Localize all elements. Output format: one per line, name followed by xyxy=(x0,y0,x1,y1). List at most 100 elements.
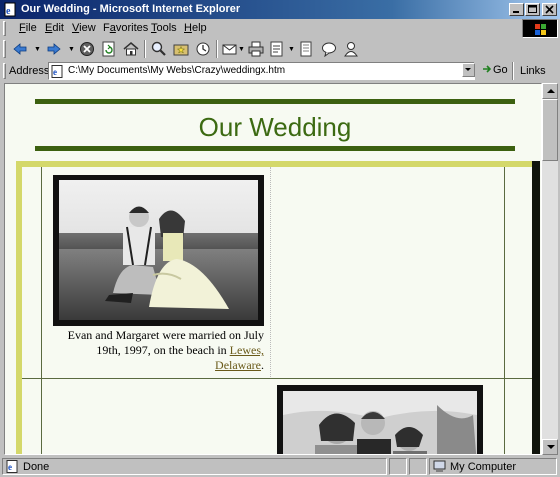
back-dropdown-icon[interactable]: ▼ xyxy=(34,46,41,53)
history-button[interactable] xyxy=(193,39,213,59)
page-viewport[interactable]: Our Wedding Evan and Margaret were marri… xyxy=(4,83,542,455)
address-input[interactable]: e C:\My Documents\My Webs\Crazy\weddingx… xyxy=(48,62,475,80)
edit-button[interactable] xyxy=(267,39,287,59)
mail-dropdown-icon[interactable]: ▼ xyxy=(238,46,245,53)
scroll-down-button[interactable] xyxy=(542,439,558,455)
menu-file[interactable]: File xyxy=(19,22,37,34)
standard-toolbar: ▼ ▼ ▼ ▼ xyxy=(0,38,525,60)
links-button[interactable]: Links xyxy=(520,65,546,77)
table-frame-right xyxy=(532,161,540,454)
window-title: Our Wedding - Microsoft Internet Explore… xyxy=(21,3,241,15)
chat-bubble-icon xyxy=(322,42,336,57)
status-panel-blank xyxy=(389,458,407,475)
messenger-icon xyxy=(344,42,358,57)
discuss-icon xyxy=(300,41,312,57)
wedding-photo-beach xyxy=(53,175,264,326)
search-icon xyxy=(151,41,166,56)
status-text: Done xyxy=(23,461,50,473)
favorites-button[interactable] xyxy=(171,39,191,59)
photo-caption: Evan and Margaret were married on July 1… xyxy=(67,328,264,372)
windows-logo-icon xyxy=(535,24,546,35)
address-value: C:\My Documents\My Webs\Crazy\weddingx.h… xyxy=(68,65,286,76)
edit-icon xyxy=(270,41,283,57)
go-button[interactable]: Go xyxy=(481,63,508,76)
menu-tools[interactable]: Tools xyxy=(151,22,177,34)
mail-button[interactable] xyxy=(220,39,240,59)
scroll-up-button[interactable] xyxy=(542,83,558,99)
status-panel-blank xyxy=(409,458,427,475)
group-photo-image xyxy=(283,391,477,454)
menu-help[interactable]: Help xyxy=(184,22,207,34)
forward-button[interactable] xyxy=(44,39,64,59)
windows-logo-throbber xyxy=(522,19,558,38)
chevron-up-icon xyxy=(547,89,555,93)
security-zone-label: My Computer xyxy=(450,461,517,473)
discussion-button[interactable] xyxy=(319,39,339,59)
back-button[interactable] xyxy=(10,39,30,59)
maximize-icon xyxy=(528,5,537,13)
stop-icon xyxy=(80,42,94,56)
menu-favorites[interactable]: Favorites xyxy=(103,22,148,34)
page-icon: e xyxy=(51,65,63,78)
maximize-button[interactable] xyxy=(525,3,540,16)
stop-button[interactable] xyxy=(77,39,97,59)
close-icon xyxy=(545,5,554,14)
forward-dropdown-icon[interactable]: ▼ xyxy=(68,46,75,53)
scrollbar-thumb[interactable] xyxy=(542,99,558,161)
messenger-button[interactable] xyxy=(341,39,361,59)
refresh-icon xyxy=(102,41,115,57)
table-frame-left xyxy=(16,161,22,454)
chevron-down-icon xyxy=(465,68,471,71)
back-icon xyxy=(13,43,27,55)
page-done-icon: e xyxy=(6,460,18,473)
minimize-button[interactable] xyxy=(509,3,524,16)
minimize-icon xyxy=(513,11,519,13)
table-grid-line xyxy=(504,167,505,454)
address-dropdown-button[interactable] xyxy=(462,63,475,77)
ie-page-icon: e xyxy=(4,2,16,17)
home-button[interactable] xyxy=(121,39,141,59)
search-button[interactable] xyxy=(149,39,169,59)
forward-icon xyxy=(47,43,61,55)
vertical-scrollbar[interactable] xyxy=(542,83,558,455)
status-panel-zone: My Computer xyxy=(429,458,557,475)
toolbar-separator xyxy=(144,40,146,58)
edit-dropdown-icon[interactable]: ▼ xyxy=(288,46,295,53)
go-arrow-icon xyxy=(483,65,492,73)
table-frame-top xyxy=(16,161,534,167)
svg-text:e: e xyxy=(6,6,11,17)
history-icon xyxy=(196,42,210,56)
refresh-button[interactable] xyxy=(99,39,119,59)
favorites-icon xyxy=(173,44,189,56)
address-grip[interactable] xyxy=(3,63,6,79)
computer-icon xyxy=(433,460,446,472)
menu-edit[interactable]: Edit xyxy=(45,22,64,34)
title-bar[interactable]: e Our Wedding - Microsoft Internet Explo… xyxy=(0,0,560,19)
address-label: Address xyxy=(9,65,50,77)
status-panel-main: e Done xyxy=(2,458,387,475)
home-icon xyxy=(123,42,139,56)
status-bar: e Done My Computer xyxy=(0,456,560,477)
menu-grip[interactable] xyxy=(3,21,6,36)
top-rule xyxy=(35,99,515,104)
toolbar-separator xyxy=(216,40,218,58)
menu-bar: File Edit View Favorites Tools Help xyxy=(0,19,560,38)
page-heading: Our Wedding xyxy=(198,112,352,142)
close-button[interactable] xyxy=(542,3,557,16)
print-icon xyxy=(248,41,264,57)
beach-photo-image xyxy=(59,180,258,320)
menu-view[interactable]: View xyxy=(72,22,96,34)
bottom-rule xyxy=(35,146,515,151)
toolbar-separator xyxy=(512,62,514,80)
toolbar-grip[interactable] xyxy=(3,40,6,58)
svg-text:e: e xyxy=(8,462,12,472)
discuss-button[interactable] xyxy=(297,39,317,59)
wedding-photo-group xyxy=(277,385,483,454)
mail-icon xyxy=(222,44,237,55)
print-button[interactable] xyxy=(246,39,266,59)
svg-text:e: e xyxy=(53,67,57,77)
table-grid-line xyxy=(22,378,532,379)
table-grid-line xyxy=(41,167,42,454)
chevron-down-icon xyxy=(547,445,555,449)
address-bar: Address e C:\My Documents\My Webs\Crazy\… xyxy=(0,61,560,81)
